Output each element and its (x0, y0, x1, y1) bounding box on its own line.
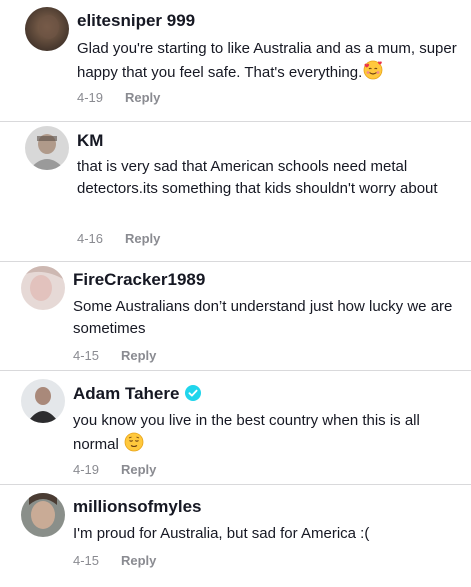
comment-date: 4-15 (73, 553, 100, 568)
reply-button[interactable]: Reply (125, 90, 160, 105)
avatar[interactable] (25, 126, 69, 170)
verified-badge-icon (185, 385, 202, 401)
comment-date: 4-19 (73, 462, 100, 477)
comment-date: 4-19 (77, 90, 104, 105)
comment-meta: 4-16 Reply (77, 231, 160, 247)
avatar[interactable] (21, 493, 65, 537)
comment-text: you know you live in the best country wh… (73, 410, 453, 459)
reply-button[interactable]: Reply (121, 462, 156, 477)
reply-button[interactable]: Reply (125, 231, 160, 246)
comment-text: that is very sad that American schools n… (77, 158, 438, 197)
comment-text: I'm proud for Australia, but sad for Ame… (73, 525, 370, 542)
reply-button[interactable]: Reply (121, 348, 156, 363)
comment-date: 4-15 (73, 348, 100, 363)
comment-text: Some Australians don’t understand just h… (73, 298, 453, 337)
comment-list: elitesniper 999 Glad you're starting to … (0, 0, 471, 587)
comment-item: Adam Tahere you know you live in the bes… (0, 371, 471, 485)
username[interactable]: FireCracker1989 (73, 270, 205, 290)
comment-item: elitesniper 999 Glad you're starting to … (0, 0, 471, 122)
username[interactable]: Adam Tahere (73, 384, 202, 404)
comment-item: KM that is very sad that American school… (0, 122, 471, 262)
comment-date: 4-16 (77, 231, 104, 246)
avatar[interactable] (21, 379, 65, 423)
comment-meta: 4-19 Reply (73, 462, 156, 478)
comment-item: FireCracker1989 Some Australians don’t u… (0, 262, 471, 371)
comment-item: millionsofmyles I'm proud for Australia,… (0, 485, 471, 587)
username-text: Adam Tahere (73, 384, 180, 403)
username[interactable]: millionsofmyles (73, 497, 201, 517)
reply-button[interactable]: Reply (121, 553, 156, 568)
username[interactable]: KM (77, 131, 103, 151)
avatar[interactable] (25, 7, 69, 51)
comment-meta: 4-15 Reply (73, 348, 156, 364)
smiling-face-with-hearts-icon (363, 60, 383, 87)
username[interactable]: elitesniper 999 (77, 11, 195, 31)
comment-text-content: Glad you're starting to like Australia a… (77, 40, 457, 81)
avatar[interactable] (21, 266, 65, 310)
relieved-face-icon (124, 432, 144, 459)
comment-meta: 4-15 Reply (73, 553, 156, 569)
comment-meta: 4-19 Reply (77, 90, 160, 106)
comment-text: Glad you're starting to like Australia a… (77, 38, 457, 87)
